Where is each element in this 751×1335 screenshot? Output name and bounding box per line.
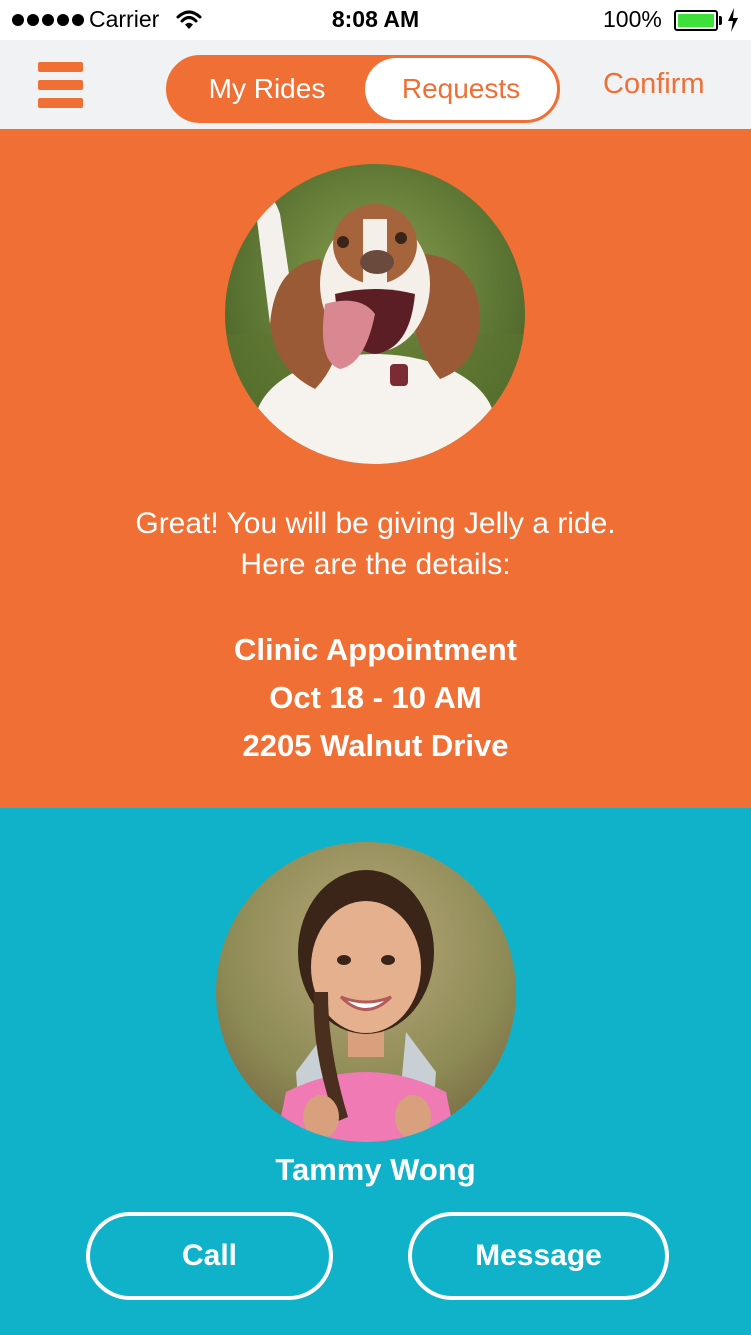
nav-bar: My Rides Requests Confirm (0, 40, 751, 129)
bolt-icon (727, 8, 739, 37)
ride-datetime: Oct 18 - 10 AM (269, 680, 482, 715)
ride-details-panel: Great! You will be giving Jelly a ride. … (0, 129, 751, 808)
driver-name: Tammy Wong (275, 1152, 476, 1187)
battery-nub (719, 16, 722, 25)
tab-requests[interactable]: Requests (365, 58, 557, 120)
ride-title: Clinic Appointment (234, 632, 517, 667)
driver-panel: Tammy Wong Call Message (0, 808, 751, 1335)
message-button[interactable]: Message (408, 1212, 669, 1300)
confirm-button[interactable]: Confirm (603, 68, 705, 101)
call-button[interactable]: Call (86, 1212, 333, 1300)
pet-photo (225, 164, 525, 464)
hamburger-menu-icon[interactable] (38, 62, 83, 108)
ride-address: 2205 Walnut Drive (242, 728, 509, 763)
ride-intro-line-2: Here are the details: (240, 548, 511, 581)
battery-icon (674, 10, 718, 31)
avatar (216, 842, 516, 1142)
ride-tabs: My Rides Requests (166, 55, 560, 123)
ride-intro-line-1: Great! You will be giving Jelly a ride. (135, 507, 616, 540)
tab-my-rides[interactable]: My Rides (169, 58, 365, 120)
battery-percentage: 100% (603, 6, 662, 32)
status-bar: Carrier 8:08 AM 100% (0, 0, 751, 40)
ride-intro-text: Great! You will be giving Jelly a ride. … (0, 503, 751, 585)
